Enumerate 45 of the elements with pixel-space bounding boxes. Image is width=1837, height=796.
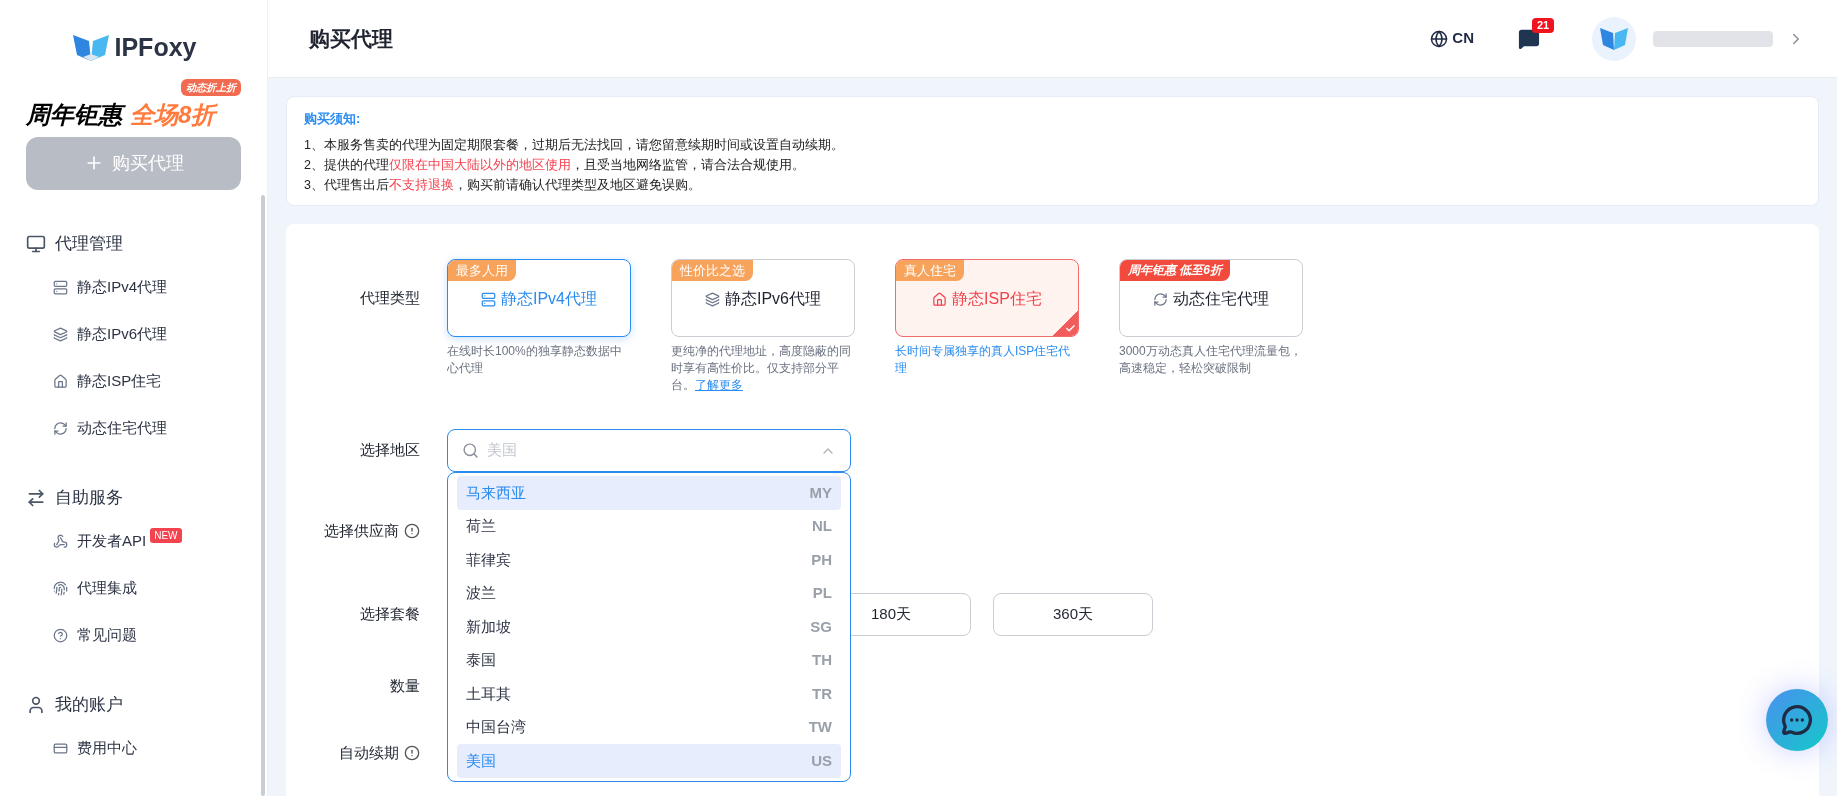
proxy-type-label: 动态住宅代理 xyxy=(1173,289,1269,309)
logo-text: IPFoxy xyxy=(114,32,197,63)
card-tag: 周年钜惠 低至6折 xyxy=(1120,260,1230,281)
region-code: US xyxy=(811,750,832,771)
proxy-type-label: 静态ISP住宅 xyxy=(952,289,1042,309)
region-name: 土耳其 xyxy=(466,683,511,704)
region-name: 新加坡 xyxy=(466,616,511,637)
notice-title: 购买须知: xyxy=(304,110,362,128)
region-code: MY xyxy=(809,482,832,503)
field-label: 代理类型 xyxy=(360,287,420,308)
region-code: TW xyxy=(808,717,832,737)
page-title: 购买代理 xyxy=(309,25,393,52)
field-label: 自动续期 xyxy=(339,742,399,763)
card-tag: 最多人用 xyxy=(448,260,516,281)
region-code: PH xyxy=(811,549,832,570)
field-label: 数量 xyxy=(390,675,420,696)
proxy-type-description: 更纯净的代理地址，高度隐蔽的同时享有高性价比。仅支持部分平台。了解更多 xyxy=(671,343,852,394)
notice-line: 3、代理售出后不支持退换，购买前请确认代理类型及地区避免误购。 xyxy=(304,177,702,194)
proxy-type-description: 3000万动态真人住宅代理流量包，高速稳定，轻松突破限制 xyxy=(1119,343,1303,377)
proxy-type-label: 静态IPv6代理 xyxy=(725,289,821,309)
field-label: 选择地区 xyxy=(360,440,420,461)
region-code: SG xyxy=(810,616,832,637)
proxy-type-description: 在线时长100%的独享静态数据中心代理 xyxy=(447,343,623,377)
promo-discount-text: 全场8折 xyxy=(130,102,216,127)
field-label: 选择套餐 xyxy=(360,604,420,625)
message-count-badge: 21 xyxy=(1532,17,1555,33)
region-code: TH xyxy=(812,650,832,670)
region-name: 菲律宾 xyxy=(466,549,511,570)
proxy-type-label: 静态IPv4代理 xyxy=(501,289,597,309)
notice-line: 1、本服务售卖的代理为固定期限套餐，过期后无法找回，请您留意续期时间或设置自动续期。 xyxy=(304,137,845,154)
region-code: NL xyxy=(812,516,832,536)
region-name: 波兰 xyxy=(466,583,496,603)
region-name: 荷兰 xyxy=(466,516,496,536)
proxy-type-description: 长时间专属独享的真人ISP住宅代理 xyxy=(895,343,1072,377)
region-name: 美国 xyxy=(466,750,496,771)
field-label: 选择供应商 xyxy=(324,520,399,541)
new-badge: NEW xyxy=(150,527,182,543)
card-tag: 真人住宅 xyxy=(896,260,964,281)
region-name: 马来西亚 xyxy=(466,482,526,503)
region-code: TR xyxy=(812,683,832,704)
card-tag: 性价比之选 xyxy=(672,260,753,281)
notice-line: 2、提供的代理仅限在中国大陆以外的地区使用，且受当地网络监管，请合法合规使用。 xyxy=(304,157,806,174)
region-name: 中国台湾 xyxy=(466,717,526,737)
promo-badge: 动态折上折 xyxy=(181,78,241,96)
region-name: 泰国 xyxy=(466,650,496,670)
